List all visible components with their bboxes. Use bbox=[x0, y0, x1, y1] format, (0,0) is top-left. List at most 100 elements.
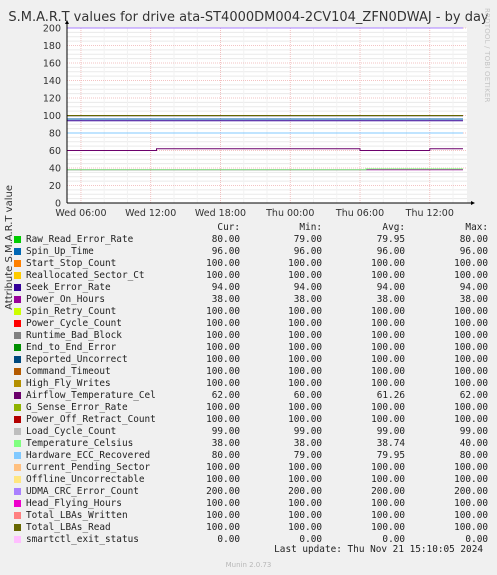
legend-name: Power_On_Hours bbox=[26, 294, 106, 305]
legend-cur: 100.00 bbox=[206, 474, 240, 485]
legend-header-cur: Cur: bbox=[217, 222, 240, 233]
legend-avg: 100.00 bbox=[371, 378, 405, 389]
legend-header-avg: Avg: bbox=[382, 222, 405, 233]
legend-max: 100.00 bbox=[454, 402, 488, 413]
legend-avg: 100.00 bbox=[371, 342, 405, 353]
legend-row: Head_Flying_Hours 100.00 100.00 100.00 100.0… bbox=[12, 498, 490, 510]
legend-name: High_Fly_Writes bbox=[26, 378, 111, 389]
legend-max: 100.00 bbox=[454, 270, 488, 281]
legend-avg: 100.00 bbox=[371, 270, 405, 281]
legend-min: 200.00 bbox=[288, 486, 322, 497]
legend-row: Spin_Up_Time 96.00 96.00 96.00 96.00 bbox=[12, 246, 490, 258]
legend-min: 100.00 bbox=[288, 342, 322, 353]
legend-name: Hardware_ECC_Recovered bbox=[26, 450, 151, 461]
legend-row: Seek_Error_Rate 94.00 94.00 94.00 94.00 bbox=[12, 282, 490, 294]
legend-avg: 100.00 bbox=[371, 258, 405, 269]
x-axis-arrow bbox=[471, 201, 475, 205]
legend-avg: 100.00 bbox=[371, 354, 405, 365]
legend-swatch bbox=[14, 356, 21, 363]
legend-row: Spin_Retry_Count 100.00 100.00 100.00 100.00 bbox=[12, 306, 490, 318]
legend-header-min: Min: bbox=[299, 222, 322, 233]
legend-avg: 61.26 bbox=[376, 390, 405, 401]
legend-min: 100.00 bbox=[288, 414, 322, 425]
legend-cur: 100.00 bbox=[206, 510, 240, 521]
legend-cur: 38.00 bbox=[211, 294, 240, 305]
legend-cur: 100.00 bbox=[206, 270, 240, 281]
legend-header: Cur: Min: Avg: Max: bbox=[12, 222, 490, 234]
legend-min: 79.00 bbox=[293, 450, 322, 461]
y-tick-label: 140 bbox=[43, 76, 61, 87]
legend-cur: 100.00 bbox=[206, 258, 240, 269]
legend-avg: 94.00 bbox=[376, 282, 405, 293]
legend-avg: 100.00 bbox=[371, 366, 405, 377]
legend-min: 100.00 bbox=[288, 306, 322, 317]
legend-name: Offline_Uncorrectable bbox=[26, 474, 145, 485]
x-tick-label: Wed 06:00 bbox=[55, 208, 106, 219]
legend-name: Spin_Up_Time bbox=[26, 246, 94, 257]
legend-row: Load_Cycle_Count 99.00 99.00 99.00 99.00 bbox=[12, 426, 490, 438]
legend-swatch bbox=[14, 284, 21, 291]
legend-row: Hardware_ECC_Recovered 80.00 79.00 79.95 80.… bbox=[12, 450, 490, 462]
legend-name: Reported_Uncorrect bbox=[26, 354, 128, 365]
legend-swatch bbox=[14, 500, 21, 507]
legend-row: Reported_Uncorrect 100.00 100.00 100.00 100.… bbox=[12, 354, 490, 366]
legend-row: G_Sense_Error_Rate 100.00 100.00 100.00 100.… bbox=[12, 402, 490, 414]
x-tick-label: Wed 12:00 bbox=[125, 208, 176, 219]
legend-row: Temperature_Celsius 38.00 38.00 38.74 40.00 bbox=[12, 438, 490, 450]
y-tick-label: 160 bbox=[43, 59, 61, 70]
legend-max: 100.00 bbox=[454, 318, 488, 329]
legend-cur: 100.00 bbox=[206, 354, 240, 365]
legend-name: Total_LBAs_Written bbox=[26, 510, 128, 521]
legend-avg: 100.00 bbox=[371, 522, 405, 533]
legend-min: 38.00 bbox=[293, 294, 322, 305]
legend-row: Reallocated_Sector_Ct 100.00 100.00 100.00 1… bbox=[12, 270, 490, 282]
x-tick-labels: Wed 06:00 Wed 12:00 Wed 18:00 Thu 00:00 Thu … bbox=[55, 208, 454, 219]
legend-max: 96.00 bbox=[459, 246, 488, 257]
legend-row: Command_Timeout 100.00 100.00 100.00 100.00 bbox=[12, 366, 490, 378]
legend-name: Head_Flying_Hours bbox=[26, 498, 122, 509]
legend-min: 79.00 bbox=[293, 234, 322, 245]
legend-swatch bbox=[14, 260, 21, 267]
legend-swatch bbox=[14, 512, 21, 519]
x-tick-label: Thu 12:00 bbox=[405, 208, 454, 219]
legend-max: 100.00 bbox=[454, 354, 488, 365]
legend-min: 38.00 bbox=[293, 438, 322, 449]
legend-min: 100.00 bbox=[288, 402, 322, 413]
legend-max: 94.00 bbox=[459, 282, 488, 293]
y-tick-label: 80 bbox=[49, 129, 61, 140]
legend-avg: 100.00 bbox=[371, 414, 405, 425]
y-tick-label: 60 bbox=[49, 146, 61, 157]
legend-cur: 100.00 bbox=[206, 414, 240, 425]
legend-avg: 38.74 bbox=[376, 438, 405, 449]
legend-max: 100.00 bbox=[454, 258, 488, 269]
legend-rows: Raw_Read_Error_Rate 80.00 79.00 79.95 80.00 S… bbox=[12, 234, 490, 546]
legend-max: 200.00 bbox=[454, 486, 488, 497]
legend-cur: 99.00 bbox=[211, 426, 240, 437]
legend-name: Power_Cycle_Count bbox=[26, 318, 122, 329]
legend-avg: 79.95 bbox=[376, 234, 405, 245]
legend-name: Command_Timeout bbox=[26, 366, 111, 377]
legend-swatch bbox=[14, 332, 21, 339]
legend-avg: 79.95 bbox=[376, 450, 405, 461]
legend-max: 40.00 bbox=[459, 438, 488, 449]
legend-min: 100.00 bbox=[288, 330, 322, 341]
legend-swatch bbox=[14, 464, 21, 471]
legend-name: Reallocated_Sector_Ct bbox=[26, 270, 145, 281]
legend-swatch bbox=[14, 320, 21, 327]
legend-swatch bbox=[14, 416, 21, 423]
legend-avg: 38.00 bbox=[376, 294, 405, 305]
legend-row: Current_Pending_Sector 100.00 100.00 100.00… bbox=[12, 462, 490, 474]
legend-name: End_to_End_Error bbox=[26, 342, 117, 353]
legend-max: 99.00 bbox=[459, 426, 488, 437]
legend-cur: 62.00 bbox=[211, 390, 240, 401]
legend-swatch bbox=[14, 488, 21, 495]
x-tick-label: Thu 06:00 bbox=[335, 208, 384, 219]
legend-cur: 100.00 bbox=[206, 498, 240, 509]
legend-row: Start_Stop_Count 100.00 100.00 100.00 100.00 bbox=[12, 258, 490, 270]
legend-avg: 100.00 bbox=[371, 402, 405, 413]
legend-swatch bbox=[14, 248, 21, 255]
legend-swatch bbox=[14, 368, 21, 375]
y-tick-label: 100 bbox=[43, 111, 61, 122]
legend-name: Seek_Error_Rate bbox=[26, 282, 111, 293]
legend-name: Load_Cycle_Count bbox=[26, 426, 117, 437]
